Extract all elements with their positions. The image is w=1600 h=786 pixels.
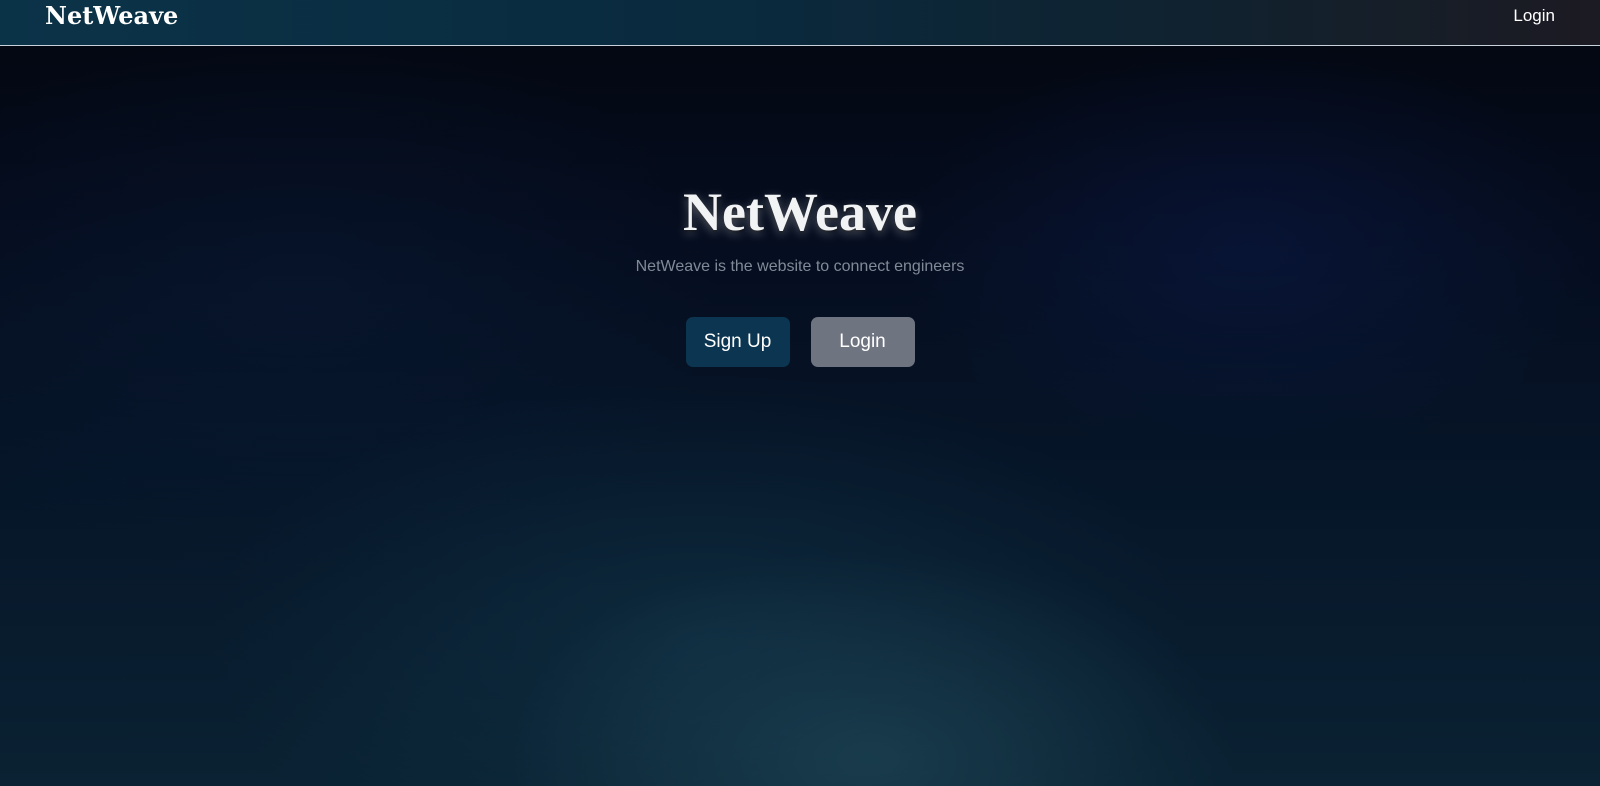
hero-button-group: Sign Up Login — [0, 317, 1600, 367]
hero-subtitle: NetWeave is the website to connect engin… — [635, 258, 965, 275]
hero-section: NetWeave NetWeave is the website to conn… — [0, 180, 1600, 367]
login-button[interactable]: Login — [810, 317, 915, 367]
top-navbar: NetWeave Login — [0, 0, 1600, 46]
landing-page: NetWeave Login NetWeave NetWeave is the … — [0, 0, 1600, 786]
hero-title: NetWeave — [683, 182, 917, 242]
brand-logo-text[interactable]: NetWeave — [45, 0, 178, 32]
signup-button[interactable]: Sign Up — [685, 317, 790, 367]
nav-login-link[interactable]: Login — [1513, 6, 1555, 26]
